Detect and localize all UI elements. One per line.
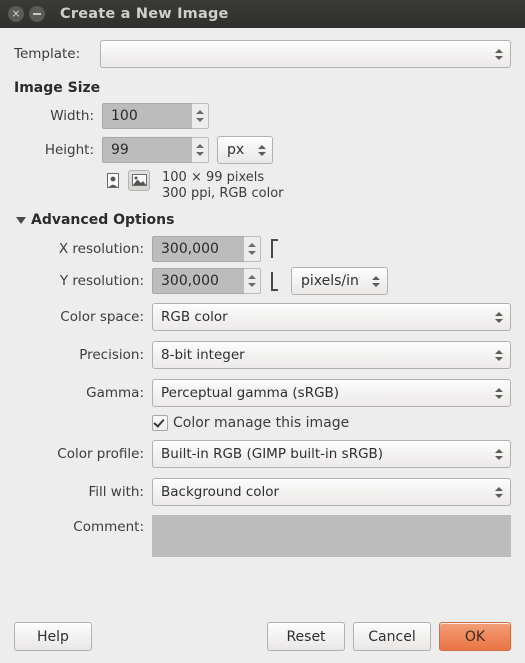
y-resolution-input[interactable]: 300,000 — [152, 268, 244, 294]
landscape-icon-glyph — [131, 174, 147, 186]
gamma-row: Gamma: Perceptual gamma (sRGB) — [14, 379, 511, 407]
precision-row: Precision: 8-bit integer — [14, 341, 511, 369]
create-new-image-dialog: Template: Image Size Width: 100 Height: … — [0, 28, 525, 663]
image-info-block: 100 × 99 pixels 300 ppi, RGB color — [162, 170, 284, 202]
color-manage-row: Color manage this image — [14, 415, 511, 431]
comment-textarea[interactable] — [152, 515, 511, 557]
title-bar: Create a New Image — [0, 0, 525, 28]
color-profile-row: Color profile: Built-in RGB (GIMP built-… — [14, 440, 511, 468]
color-space-combo[interactable]: RGB color — [152, 303, 511, 331]
dialog-button-bar: Help Reset Cancel OK — [14, 622, 511, 651]
size-unit-combo[interactable]: px — [217, 136, 274, 164]
spin-down-icon[interactable] — [196, 152, 204, 156]
image-size-heading: Image Size — [14, 80, 101, 96]
color-profile-label: Color profile: — [57, 446, 144, 462]
width-label: Width: — [50, 108, 94, 124]
advanced-options-expander[interactable]: Advanced Options — [14, 212, 511, 228]
image-resolution-text: 300 ppi, RGB color — [162, 186, 284, 201]
color-space-value: RGB color — [161, 309, 228, 325]
minimize-icon[interactable] — [29, 6, 45, 22]
spin-down-icon[interactable] — [248, 251, 256, 255]
spin-down-icon[interactable] — [248, 283, 256, 287]
width-input[interactable]: 100 — [102, 103, 192, 129]
gamma-label: Gamma: — [86, 385, 144, 401]
help-button[interactable]: Help — [14, 622, 92, 651]
comment-label: Comment: — [73, 519, 144, 535]
template-combo[interactable] — [100, 40, 511, 68]
color-space-row: Color space: RGB color — [14, 303, 511, 331]
y-resolution-row: Y resolution: 300,000 pixels/in — [14, 267, 511, 295]
gamma-value: Perceptual gamma (sRGB) — [161, 385, 340, 401]
x-resolution-input[interactable]: 300,000 — [152, 236, 244, 262]
reset-button[interactable]: Reset — [267, 622, 345, 651]
chain-top-icon — [271, 239, 278, 258]
comment-row: Comment: — [14, 515, 511, 557]
width-row: Width: 100 — [14, 103, 511, 129]
x-resolution-spinner[interactable]: 300,000 — [152, 236, 261, 262]
color-space-label: Color space: — [60, 309, 144, 325]
y-resolution-label: Y resolution: — [59, 273, 144, 289]
x-resolution-spin-buttons[interactable] — [244, 236, 261, 262]
ok-button[interactable]: OK — [439, 622, 511, 651]
height-row: Height: 99 px — [14, 136, 511, 164]
image-dimensions-text: 100 × 99 pixels — [162, 170, 265, 185]
y-resolution-spin-buttons[interactable] — [244, 268, 261, 294]
color-manage-checkbox[interactable] — [152, 415, 168, 431]
precision-value: 8-bit integer — [161, 347, 245, 363]
precision-label: Precision: — [79, 347, 144, 363]
cancel-button[interactable]: Cancel — [353, 622, 431, 651]
spin-up-icon[interactable] — [248, 243, 256, 247]
color-manage-label[interactable]: Color manage this image — [173, 415, 349, 431]
color-profile-combo[interactable]: Built-in RGB (GIMP built-in sRGB) — [152, 440, 511, 468]
triangle-down-icon — [16, 216, 26, 224]
size-unit-value: px — [227, 142, 245, 158]
landscape-orientation-icon[interactable] — [128, 170, 150, 191]
chevron-updown-icon — [493, 45, 504, 63]
fill-with-label: Fill with: — [88, 484, 144, 500]
orientation-info-row: 100 × 99 pixels 300 ppi, RGB color — [14, 170, 511, 202]
fill-with-row: Fill with: Background color — [14, 478, 511, 506]
fill-with-combo[interactable]: Background color — [152, 478, 511, 506]
chain-bracket-bottom[interactable] — [267, 268, 283, 294]
x-resolution-label: X resolution: — [58, 241, 144, 257]
template-row: Template: — [14, 40, 511, 68]
spin-down-icon[interactable] — [196, 118, 204, 122]
chevron-updown-icon — [256, 141, 267, 159]
fill-with-value: Background color — [161, 484, 280, 500]
width-spinner[interactable]: 100 — [102, 103, 209, 129]
x-resolution-row: X resolution: 300,000 — [14, 236, 511, 262]
y-resolution-spinner[interactable]: 300,000 — [152, 268, 261, 294]
chain-linked-icon[interactable] — [269, 268, 281, 294]
close-icon[interactable] — [8, 6, 24, 22]
chevron-updown-icon — [493, 445, 504, 463]
resolution-unit-value: pixels/in — [301, 273, 359, 289]
spin-up-icon[interactable] — [196, 144, 204, 148]
chevron-updown-icon — [493, 483, 504, 501]
portrait-icon-glyph — [106, 173, 119, 188]
portrait-orientation-icon[interactable] — [102, 170, 124, 191]
spin-up-icon[interactable] — [196, 110, 204, 114]
chevron-updown-icon — [493, 346, 504, 364]
resolution-unit-combo[interactable]: pixels/in — [291, 267, 388, 295]
width-spin-buttons[interactable] — [192, 103, 209, 129]
chevron-updown-icon — [493, 384, 504, 402]
height-label: Height: — [44, 142, 94, 158]
chevron-updown-icon — [371, 272, 382, 290]
spin-up-icon[interactable] — [248, 275, 256, 279]
height-input[interactable]: 99 — [102, 137, 192, 163]
template-label: Template: — [14, 46, 81, 62]
color-profile-value: Built-in RGB (GIMP built-in sRGB) — [161, 446, 384, 462]
chevron-updown-icon — [493, 308, 504, 326]
advanced-options-label: Advanced Options — [31, 212, 175, 228]
height-spinner[interactable]: 99 — [102, 137, 209, 163]
height-spin-buttons[interactable] — [192, 137, 209, 163]
precision-combo[interactable]: 8-bit integer — [152, 341, 511, 369]
chain-bracket-top — [267, 236, 283, 262]
window-title: Create a New Image — [60, 6, 229, 22]
gamma-combo[interactable]: Perceptual gamma (sRGB) — [152, 379, 511, 407]
